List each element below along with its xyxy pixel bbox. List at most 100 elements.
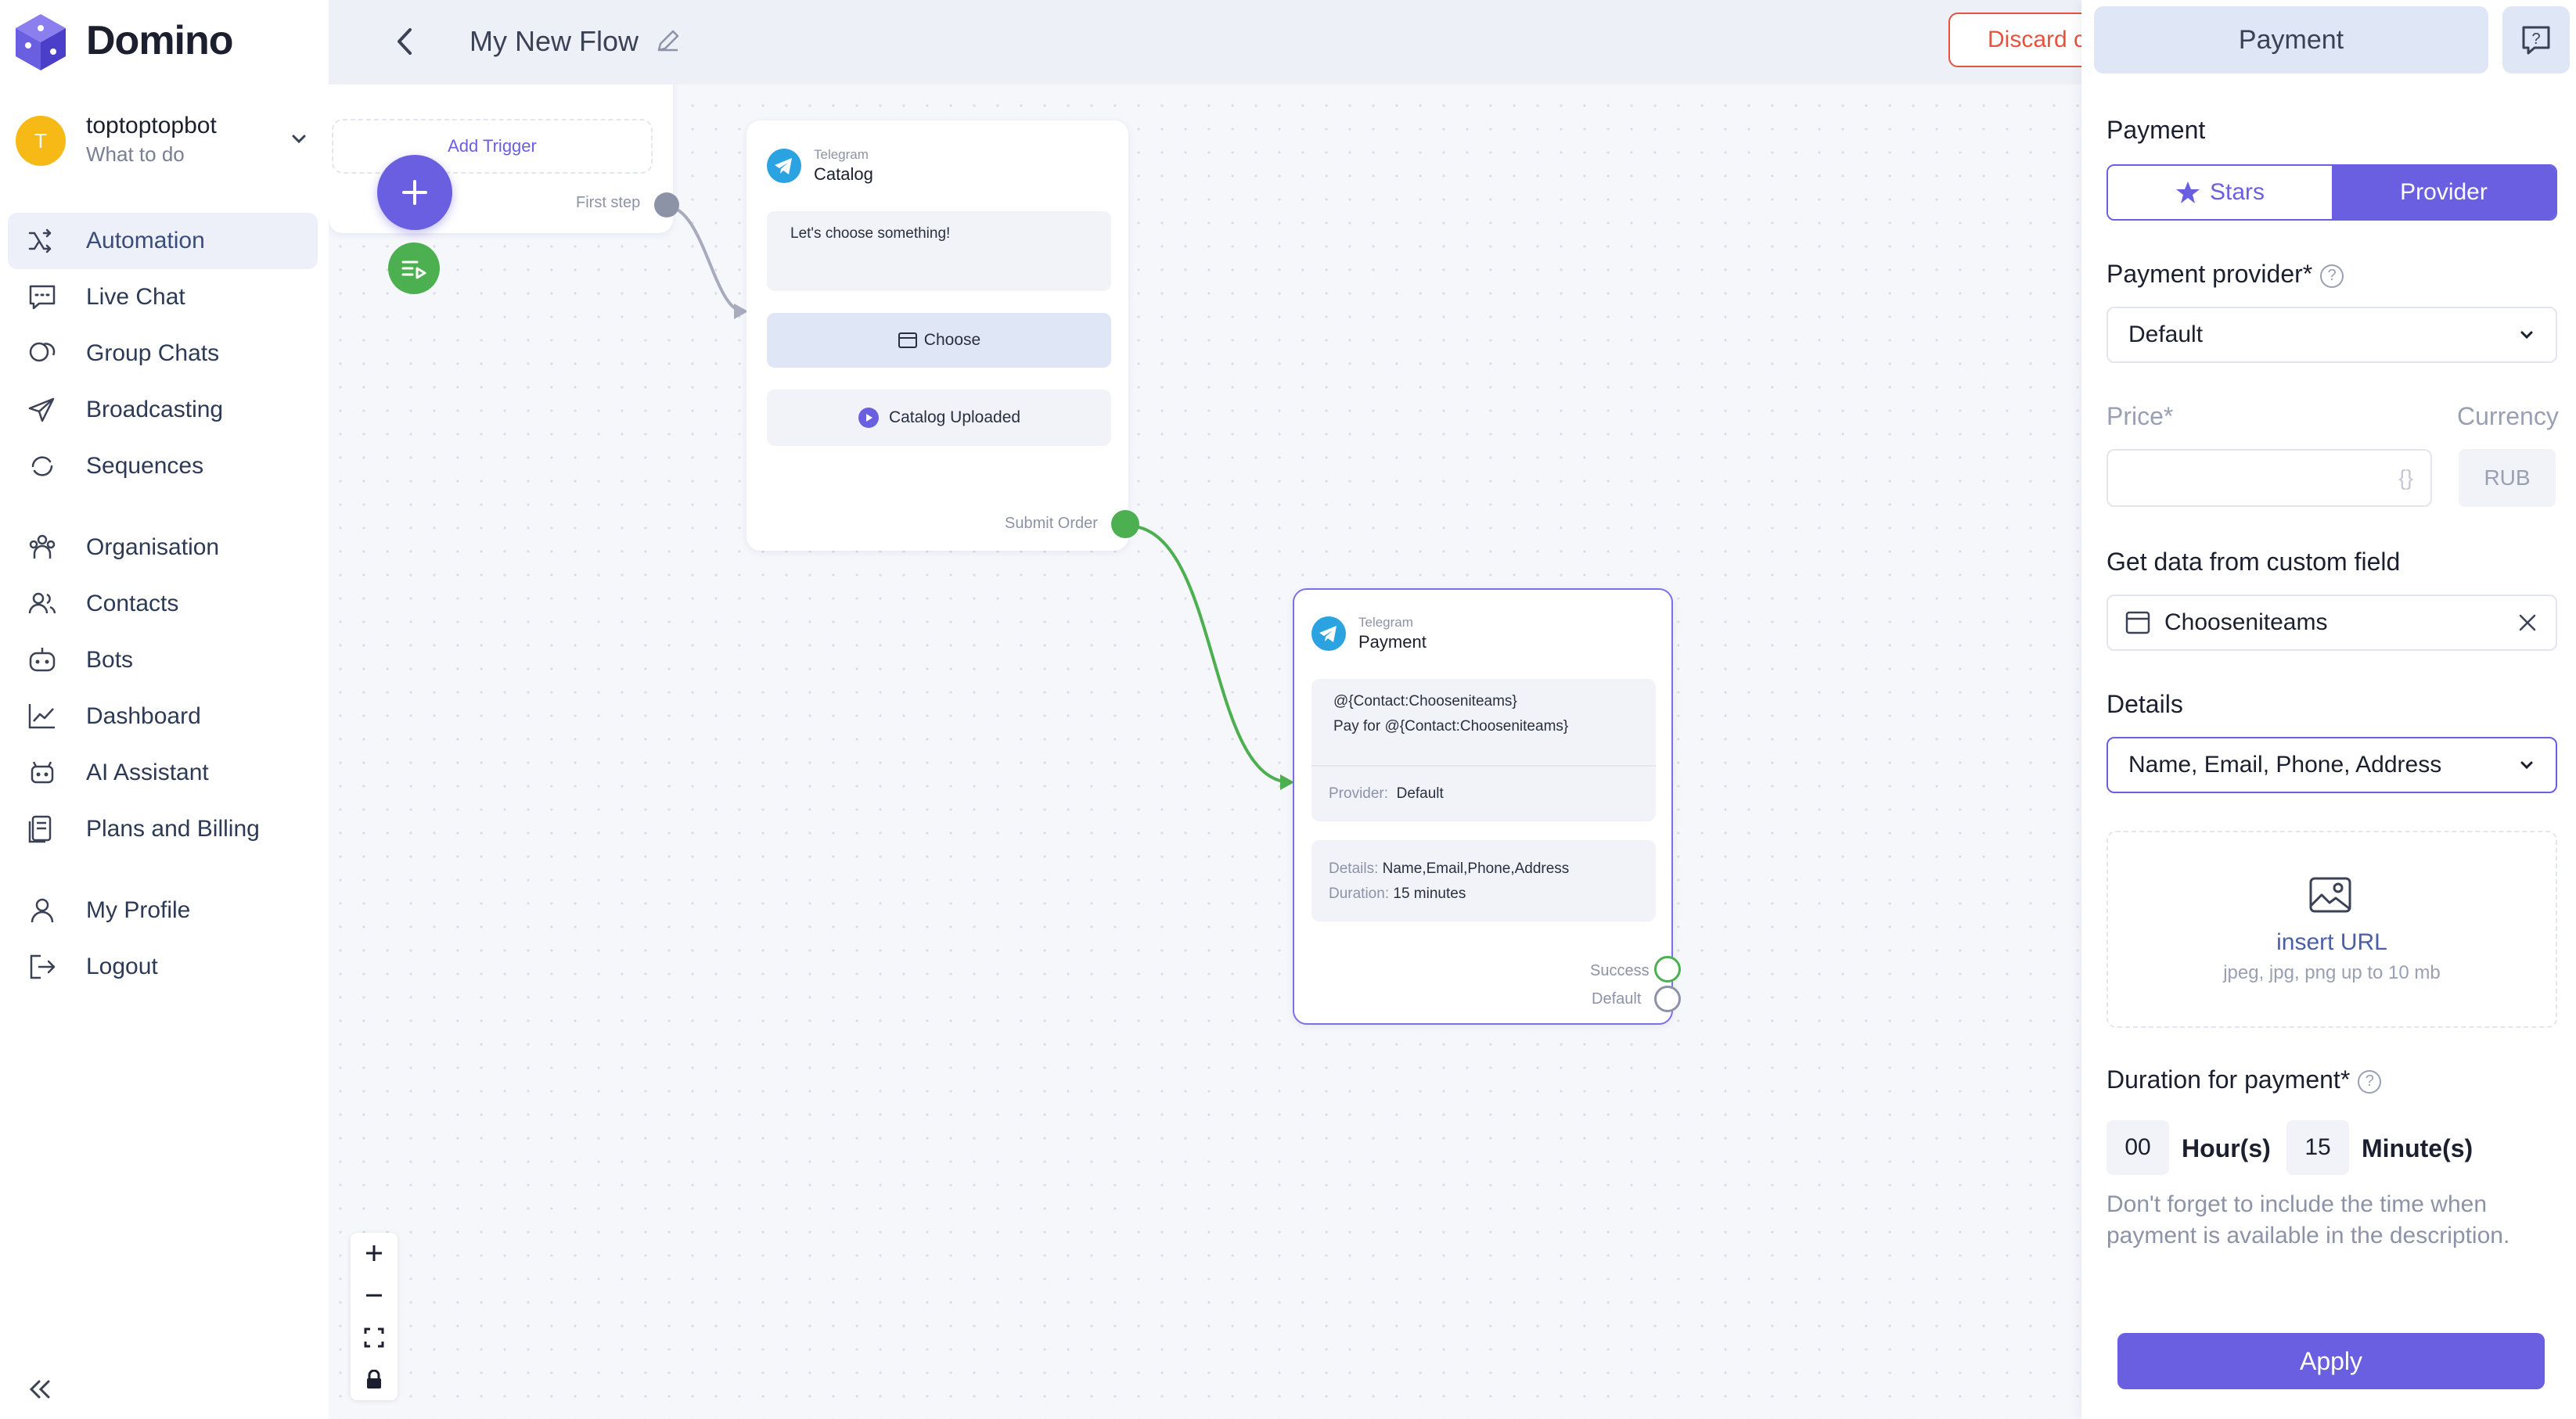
sidebar-item-automation[interactable]: Automation: [8, 213, 318, 269]
organisation-icon: [27, 532, 58, 563]
provider-key: Provider:: [1329, 785, 1389, 802]
bot-icon: [27, 645, 58, 676]
domino-logo-icon: [16, 14, 66, 70]
user-icon: [27, 895, 58, 926]
payment-duration-row: Duration: 15 minutes: [1329, 886, 1466, 903]
stars-option[interactable]: Stars: [2108, 166, 2332, 219]
submit-order-label: Submit Order: [1005, 515, 1098, 532]
panel-title: Payment: [2094, 6, 2488, 74]
sidebar-item-label: AI Assistant: [86, 760, 209, 785]
svg-text:?: ?: [2531, 31, 2540, 48]
choose-button[interactable]: Choose: [767, 313, 1111, 368]
catalog-uploaded-label: Catalog Uploaded: [888, 408, 1021, 426]
payment-provider-row: Provider: Default: [1329, 785, 1444, 803]
sidebar-item-bots[interactable]: Bots: [8, 632, 318, 688]
sidebar-item-contacts[interactable]: Contacts: [8, 576, 318, 632]
close-icon[interactable]: [2517, 612, 2538, 634]
details-key: Details:: [1329, 860, 1379, 877]
zoom-controls: [351, 1233, 398, 1400]
zoom-in-button[interactable]: [351, 1233, 398, 1274]
sidebar-item-label: Logout: [86, 954, 158, 979]
fit-view-button[interactable]: [351, 1317, 398, 1358]
sidebar-item-live-chat[interactable]: Live Chat: [8, 269, 318, 325]
payment-provider-select[interactable]: Default: [2106, 307, 2557, 363]
first-step-port[interactable]: [654, 192, 679, 217]
details-value: Name, Email, Phone, Address: [2128, 752, 2442, 778]
help-button[interactable]: ?: [2502, 6, 2570, 74]
price-input[interactable]: {}: [2106, 449, 2432, 507]
back-button[interactable]: [390, 23, 421, 59]
telegram-icon: [1311, 616, 1346, 651]
catalog-uploaded-button[interactable]: Catalog Uploaded: [767, 390, 1111, 446]
sidebar-item-organisation[interactable]: Organisation: [8, 519, 318, 576]
sidebar-item-broadcasting[interactable]: Broadcasting: [8, 382, 318, 438]
hours-input[interactable]: 00: [2106, 1120, 2169, 1175]
sidebar-item-sequences[interactable]: Sequences: [8, 438, 318, 494]
payment-node-title: Payment: [1358, 632, 1427, 652]
currency-label: Currency: [2457, 402, 2559, 430]
minutes-input[interactable]: 15: [2286, 1120, 2349, 1175]
sidebar-item-group-chats[interactable]: Group Chats: [8, 325, 318, 382]
lock-button[interactable]: [351, 1360, 398, 1400]
price-label: Price*: [2106, 402, 2174, 430]
upload-title[interactable]: insert URL: [2106, 929, 2557, 956]
fit-screen-icon: [364, 1327, 384, 1348]
edit-title-button[interactable]: [654, 27, 682, 55]
currency-value[interactable]: RUB: [2459, 449, 2556, 507]
sidebar-item-label: Broadcasting: [86, 397, 224, 422]
help-chat-icon: ?: [2522, 26, 2550, 55]
default-label: Default: [1592, 990, 1642, 1008]
duration-value: 15 minutes: [1393, 886, 1466, 902]
sidebar-item-my-profile[interactable]: My Profile: [8, 882, 318, 939]
duration-label-text: Duration for payment*: [2106, 1065, 2351, 1094]
pay-for-prefix: Pay for: [1333, 718, 1385, 735]
payment-details-box: [1311, 840, 1656, 921]
payment-provider-value: Default: [2128, 322, 2204, 347]
sidebar-item-plans-and-billing[interactable]: Plans and Billing: [8, 801, 318, 857]
sidebar: Domino T toptoptopbot What to do Automat…: [0, 0, 329, 1419]
payment-label: Payment: [2106, 116, 2206, 144]
default-port[interactable]: [1654, 986, 1681, 1012]
sidebar-item-logout[interactable]: Logout: [8, 939, 318, 995]
apply-button[interactable]: Apply: [2117, 1333, 2545, 1389]
details-value: Name,Email,Phone,Address: [1382, 860, 1570, 877]
app-name: Domino: [86, 18, 234, 63]
add-action-button[interactable]: [388, 242, 440, 294]
sidebar-item-label: Organisation: [86, 534, 220, 560]
question-icon[interactable]: ?: [2358, 1069, 2382, 1094]
success-label: Success: [1590, 962, 1650, 979]
question-icon[interactable]: ?: [2320, 264, 2344, 288]
chevron-down-icon[interactable]: [288, 128, 310, 150]
ai-robot-icon: [27, 757, 58, 789]
duration-note: Don't forget to include the time when pa…: [2106, 1191, 2510, 1248]
sidebar-item-label: Automation: [86, 228, 205, 253]
logout-icon: [27, 951, 58, 983]
list-play-icon: [401, 260, 426, 279]
duration-key: Duration:: [1329, 886, 1390, 902]
billing-icon: [27, 814, 58, 845]
zoom-out-button[interactable]: [351, 1275, 398, 1316]
add-step-button[interactable]: [377, 155, 452, 230]
plus-icon: [402, 180, 427, 205]
send-icon: [27, 394, 58, 426]
payment-provider-label: Payment provider*?: [2106, 260, 2344, 289]
details-label: Details: [2106, 690, 2183, 718]
success-port[interactable]: [1654, 956, 1681, 983]
provider-option[interactable]: Provider: [2332, 166, 2556, 219]
sidebar-item-dashboard[interactable]: Dashboard: [8, 688, 318, 745]
variable-braces-icon[interactable]: {}: [2398, 465, 2413, 490]
star-icon: [2175, 181, 2200, 203]
flow-title: My New Flow: [470, 25, 639, 57]
sidebar-item-label: Group Chats: [86, 340, 220, 366]
custom-field-select[interactable]: Chooseniteams: [2106, 595, 2557, 651]
collapse-sidebar-icon[interactable]: [23, 1374, 55, 1405]
add-trigger-button[interactable]: Add Trigger: [332, 119, 653, 174]
bot-name[interactable]: toptoptopbot: [86, 113, 217, 139]
bot-avatar: T: [16, 116, 66, 166]
minutes-label: Minute(s): [2362, 1134, 2473, 1162]
details-select[interactable]: Name, Email, Phone, Address: [2106, 737, 2557, 793]
submit-order-port[interactable]: [1111, 510, 1139, 538]
catalog-platform: Telegram: [814, 147, 869, 162]
payment-type-toggle: Stars Provider: [2106, 164, 2557, 221]
sidebar-item-ai-assistant[interactable]: AI Assistant: [8, 745, 318, 801]
